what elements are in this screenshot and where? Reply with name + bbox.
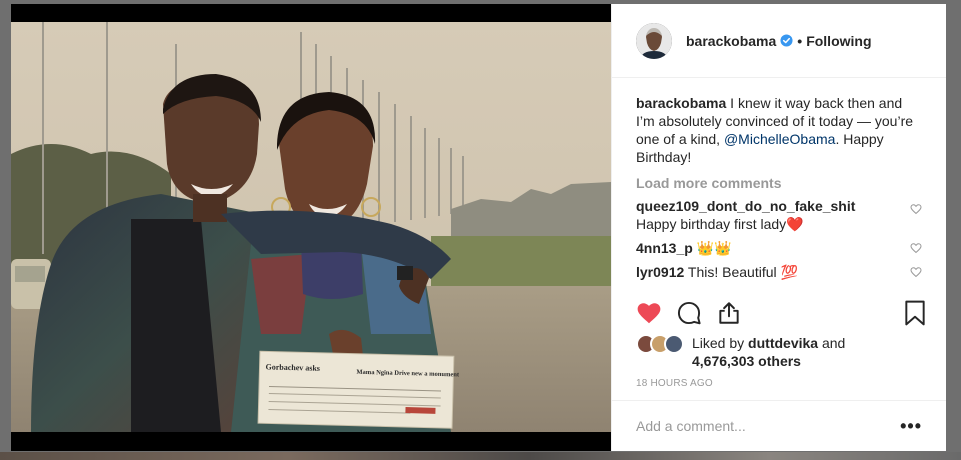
comment-username[interactable]: lyr0912 [636, 264, 684, 280]
comment-item: queez109_dont_do_no_fake_shit Happy birt… [636, 197, 922, 233]
comment-text: Happy birthday first lady❤️ [636, 216, 804, 232]
bookmark-icon[interactable] [904, 300, 926, 326]
add-comment-bar: ••• [612, 400, 946, 451]
comment-item: 4nn13_p 👑👑 [636, 239, 922, 257]
add-comment-input[interactable] [636, 418, 901, 434]
more-options-icon[interactable]: ••• [900, 416, 922, 437]
post-modal: Gorbachev asks Mama Ngina Drive new a mo… [11, 4, 946, 451]
liker-avatars[interactable] [636, 334, 686, 356]
avatar-image [636, 22, 672, 59]
comment-username[interactable]: queez109_dont_do_no_fake_shit [636, 198, 855, 214]
post-sidebar: barackobama • Following barackobama I kn… [611, 4, 946, 451]
share-icon[interactable] [716, 300, 742, 326]
post-caption: barackobama I knew it way back then and … [636, 94, 922, 166]
background-feed-strip [0, 452, 961, 460]
caption-mention-link[interactable]: @MichelleObama [724, 131, 835, 147]
following-button[interactable]: Following [806, 33, 871, 49]
comment-like-heart-icon[interactable] [910, 242, 922, 254]
comment-username[interactable]: 4nn13_p [636, 240, 693, 256]
load-more-comments-button[interactable]: Load more comments [636, 175, 922, 191]
liked-by-prefix: Liked by [692, 335, 749, 351]
post-timestamp[interactable]: 18 HOURS AGO [636, 378, 713, 389]
newspaper-headline-left: Gorbachev asks [265, 362, 320, 372]
likes-count-link[interactable]: 4,676,303 others [692, 353, 801, 369]
verified-badge-icon [780, 34, 793, 47]
heart-filled-icon[interactable] [636, 300, 662, 326]
likes-text: Liked by duttdevika and 4,676,303 others [692, 334, 845, 370]
liker-avatar [664, 334, 684, 354]
likes-summary: Liked by duttdevika and 4,676,303 others [636, 334, 926, 370]
header-dot: • [797, 32, 803, 49]
speech-bubble-icon[interactable] [676, 300, 702, 326]
liked-by-username[interactable]: duttdevika [748, 335, 818, 351]
comments-area[interactable]: barackobama I knew it way back then and … [612, 78, 946, 293]
post-actions-bar [636, 298, 926, 328]
post-username[interactable]: barackobama [686, 33, 776, 49]
comment-item: lyr0912 This! Beautiful 💯 [636, 263, 922, 281]
comment-text: 👑👑 [696, 240, 732, 256]
post-photo[interactable]: Gorbachev asks Mama Ngina Drive new a mo… [11, 4, 611, 451]
comment-text: This! Beautiful 💯 [687, 264, 798, 280]
caption-username[interactable]: barackobama [636, 95, 726, 111]
liked-by-and: and [818, 335, 846, 351]
comment-like-heart-icon[interactable] [910, 203, 922, 215]
photo-illustration: Gorbachev asks Mama Ngina Drive new a mo… [11, 4, 611, 451]
avatar[interactable] [636, 22, 672, 59]
post-header: barackobama • Following [612, 4, 946, 78]
comment-like-heart-icon[interactable] [910, 266, 922, 278]
